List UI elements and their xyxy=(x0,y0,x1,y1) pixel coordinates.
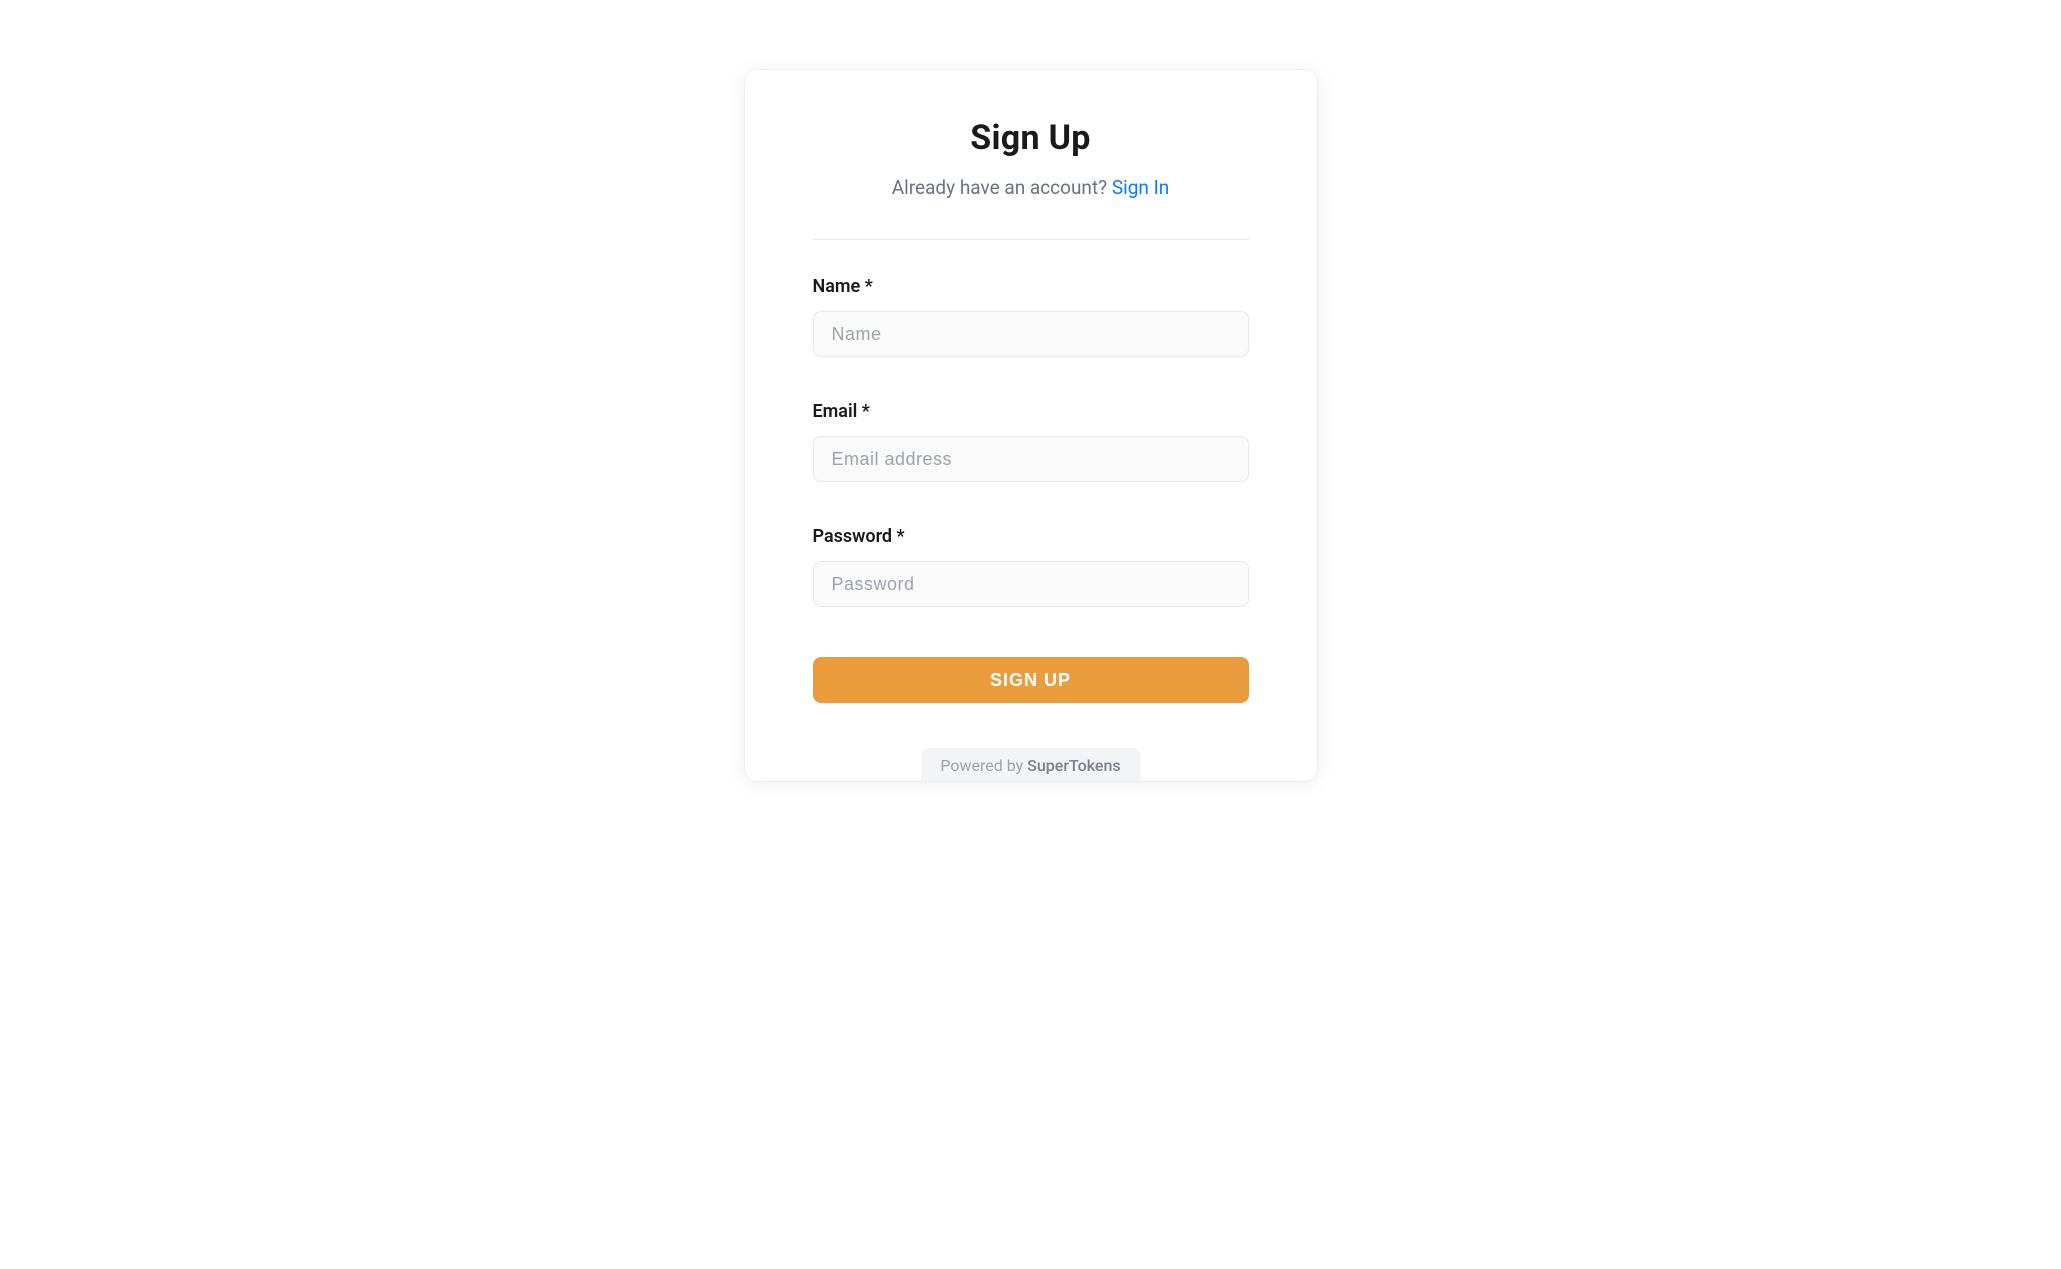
page-title: Sign Up xyxy=(813,118,1249,158)
footer-brand: SuperTokens xyxy=(1027,756,1120,775)
email-field-group: Email * xyxy=(813,401,1249,482)
signup-button[interactable]: SIGN UP xyxy=(813,657,1249,703)
signin-link[interactable]: Sign In xyxy=(1112,176,1169,199)
subtitle: Already have an account? Sign In xyxy=(813,176,1249,199)
name-label: Name * xyxy=(813,276,1249,297)
name-input[interactable] xyxy=(813,311,1249,357)
divider xyxy=(813,239,1249,240)
password-label: Password * xyxy=(813,526,1249,547)
name-field-group: Name * xyxy=(813,276,1249,357)
password-field-group: Password * xyxy=(813,526,1249,607)
email-input[interactable] xyxy=(813,436,1249,482)
subtitle-text: Already have an account? xyxy=(892,176,1112,199)
powered-by-text: Powered by xyxy=(940,756,1027,775)
password-input[interactable] xyxy=(813,561,1249,607)
footer: Powered by SuperTokens xyxy=(920,748,1140,781)
email-label: Email * xyxy=(813,401,1249,422)
signup-card: Sign Up Already have an account? Sign In… xyxy=(745,70,1317,781)
